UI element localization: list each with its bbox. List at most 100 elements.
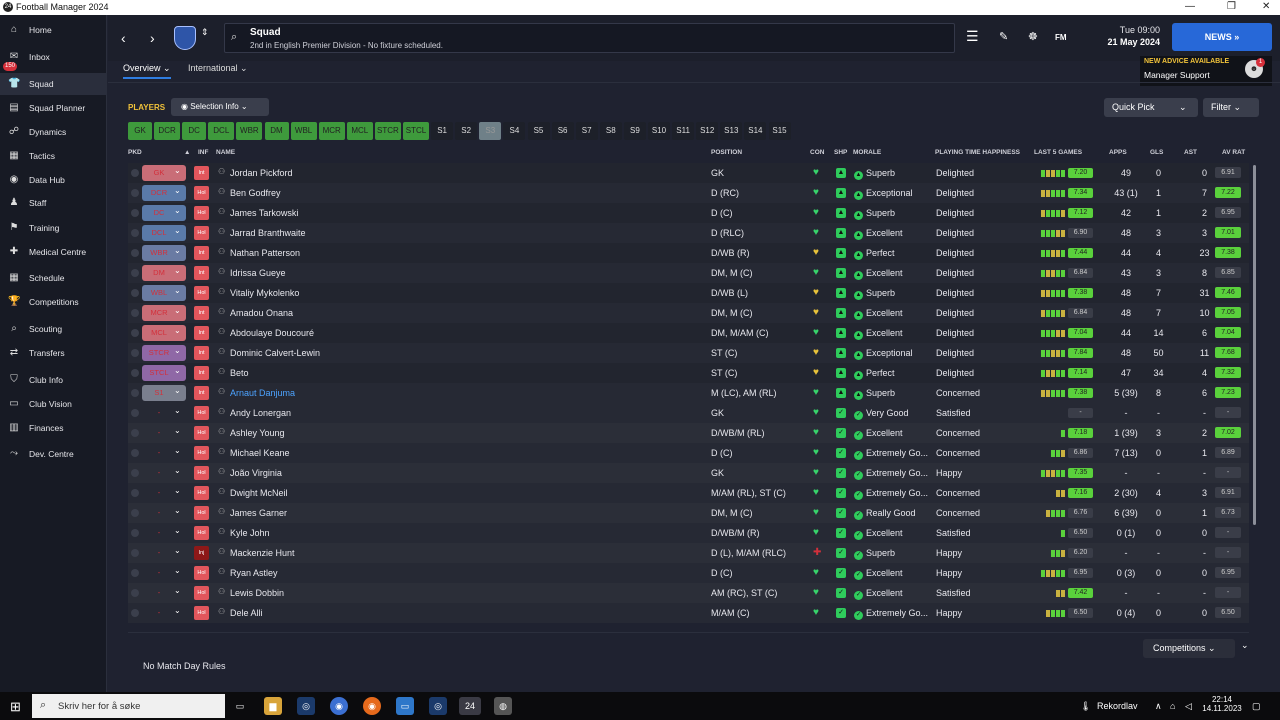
table-row[interactable]: - ⌄ Hol ⚇ Dwight McNeil M/AM (RL), ST (C) ♥ ✓ ✓ E… — [128, 483, 1249, 503]
player-name[interactable]: Ryan Astley — [230, 568, 278, 578]
table-row[interactable]: - ⌄ Hol ⚇ Andy Lonergan GK ♥ ✓ ✓ Very Good Satisfi… — [128, 403, 1249, 423]
pkd-radio[interactable] — [131, 269, 139, 277]
pkd-radio[interactable] — [131, 369, 139, 377]
chevron-down-icon[interactable]: ⌄ — [174, 586, 181, 595]
pkd-radio[interactable] — [131, 249, 139, 257]
chevron-down-icon[interactable]: ⌄ — [174, 266, 181, 275]
pkd-radio[interactable] — [131, 529, 139, 537]
firefox-icon[interactable]: ◉ — [363, 697, 381, 715]
col-shp[interactable]: SHP — [834, 149, 847, 156]
chevron-down-icon[interactable]: ⌄ — [174, 186, 181, 195]
app-icon[interactable]: ▭ — [396, 697, 414, 715]
pkd-radio[interactable] — [131, 429, 139, 437]
position-button-s14[interactable]: S14 — [744, 122, 767, 140]
chevron-down-icon[interactable]: ⌄ — [174, 466, 181, 475]
sidebar-item-squad-planner[interactable]: ▤ Squad Planner — [0, 97, 107, 119]
pkd-radio[interactable] — [131, 349, 139, 357]
chevron-down-icon[interactable]: ⌄ — [174, 406, 181, 415]
sidebar-item-club-vision[interactable]: ▭ Club Vision — [0, 393, 107, 415]
position-button-dm[interactable]: DM — [264, 122, 289, 140]
player-name[interactable]: João Virginia — [230, 468, 282, 478]
table-row[interactable]: DCR ⌄ Hol ⚇ Ben Godfrey D (RC) ♥ ▲ ▲ Exceptional D… — [128, 183, 1249, 203]
position-button-wbr[interactable]: WBR — [236, 122, 263, 140]
steam-icon[interactable]: ◎ — [429, 697, 447, 715]
position-button-s15[interactable]: S15 — [768, 122, 791, 140]
club-crest[interactable] — [174, 26, 196, 50]
quick-pick-button[interactable]: Quick Pick ⌄ — [1104, 98, 1198, 117]
col-apps[interactable]: APPS — [1109, 149, 1127, 156]
player-name[interactable]: Vitaliy Mykolenko — [230, 288, 299, 298]
player-name[interactable]: Ashley Young — [230, 428, 285, 438]
restore-button[interactable]: ❐ — [1227, 1, 1236, 12]
player-name[interactable]: Idrissa Gueye — [230, 268, 286, 278]
chrome-icon[interactable]: ◉ — [330, 697, 348, 715]
pkd-radio[interactable] — [131, 469, 139, 477]
table-row[interactable]: S1 ⌄ Int ⚇ Arnaut Danjuma M (LC), AM (RL) ♥ ▲ ▲ S… — [128, 383, 1249, 403]
football-manager-icon[interactable]: 24 — [459, 697, 481, 715]
pkd-radio[interactable] — [131, 169, 139, 177]
chevron-down-icon[interactable]: ⌄ — [174, 506, 181, 515]
table-row[interactable]: MCL ⌄ Int ⚇ Abdoulaye Doucouré DM, M/AM (C) ♥ ▲… — [128, 323, 1249, 343]
position-button-dc[interactable]: DC — [182, 122, 207, 140]
pkd-radio[interactable] — [131, 489, 139, 497]
table-row[interactable]: - ⌄ Hol ⚇ Lewis Dobbin AM (RC), ST (C) ♥ ✓ ✓ Exce… — [128, 583, 1249, 603]
player-name[interactable]: Jordan Pickford — [230, 168, 293, 178]
player-name[interactable]: Jarrad Branthwaite — [230, 228, 306, 238]
filter-button[interactable]: Filter ⌄ — [1203, 98, 1259, 117]
table-row[interactable]: WBR ⌄ Int ⚇ Nathan Patterson D/WB (R) ♥ ▲ ▲ Perfe… — [128, 243, 1249, 263]
position-button-s13[interactable]: S13 — [720, 122, 743, 140]
table-row[interactable]: STCL ⌄ Int ⚇ Beto ST (C) ♥ ▲ ▲ Perfect Delighted 7.… — [128, 363, 1249, 383]
position-button-s12[interactable]: S12 — [696, 122, 719, 140]
chevron-down-icon[interactable]: ⌄ — [174, 166, 181, 175]
notification-icon[interactable]: ▢ — [1252, 701, 1261, 712]
app-icon[interactable]: ◍ — [494, 697, 512, 715]
table-row[interactable]: - ⌄ Hol ⚇ Dele Alli M/AM (C) ♥ ✓ ✓ Extremely Go..… — [128, 603, 1249, 623]
chevron-down-icon[interactable]: ⌄ — [174, 286, 181, 295]
table-row[interactable]: STCR ⌄ Int ⚇ Dominic Calvert-Lewin ST (C) ♥ ▲ ▲ E… — [128, 343, 1249, 363]
table-row[interactable]: GK ⌄ Int ⚇ Jordan Pickford GK ♥ ▲ ▲ Superb Delight… — [128, 163, 1249, 183]
position-button-mcl[interactable]: MCL — [346, 122, 373, 140]
sidebar-item-tactics[interactable]: ▦ Tactics — [0, 145, 107, 167]
position-button-s9[interactable]: S9 — [623, 122, 646, 140]
player-name[interactable]: Beto — [230, 368, 249, 378]
tray-chevron-icon[interactable]: ∧ — [1155, 701, 1162, 712]
sidebar-item-home[interactable]: ⌂ Home — [0, 19, 107, 41]
network-icon[interactable]: ⌂ — [1170, 701, 1175, 711]
pkd-radio[interactable] — [131, 549, 139, 557]
steam-icon[interactable]: ◎ — [297, 697, 315, 715]
pkd-radio[interactable] — [131, 309, 139, 317]
selection-info-button[interactable]: ◉ Selection Info ⌄ — [171, 98, 269, 116]
pkd-radio[interactable] — [131, 569, 139, 577]
pkd-radio[interactable] — [131, 229, 139, 237]
sidebar-item-scouting[interactable]: ⌕ Scouting — [0, 318, 107, 340]
position-button-s6[interactable]: S6 — [551, 122, 574, 140]
pkd-radio[interactable] — [131, 509, 139, 517]
weather-text[interactable]: Rekordlav — [1097, 701, 1138, 711]
chevron-down-icon[interactable]: ⌄ — [174, 546, 181, 555]
sidebar-item-dynamics[interactable]: ☍ Dynamics — [0, 121, 107, 143]
chevron-down-icon[interactable]: ⌄ — [174, 526, 181, 535]
fm-button[interactable]: FM — [1055, 33, 1067, 42]
col-gls[interactable]: GLS — [1150, 149, 1163, 156]
sidebar-item-staff[interactable]: ♟ Staff — [0, 192, 107, 214]
table-row[interactable]: DC ⌄ Hol ⚇ James Tarkowski D (C) ♥ ▲ ▲ Superb Deli… — [128, 203, 1249, 223]
position-button-wbl[interactable]: WBL — [290, 122, 317, 140]
chevron-down-icon[interactable]: ⌄ — [174, 206, 181, 215]
player-name[interactable]: Michael Keane — [230, 448, 290, 458]
chevron-down-icon[interactable]: ⌄ — [174, 366, 181, 375]
player-name[interactable]: Andy Lonergan — [230, 408, 291, 418]
chevron-down-icon[interactable]: ⌄ — [174, 246, 181, 255]
col-name[interactable]: NAME — [216, 149, 235, 156]
table-scrollbar[interactable] — [1253, 165, 1256, 525]
chevron-down-icon[interactable]: ⌄ — [1179, 98, 1187, 117]
tab-overview[interactable]: Overview ⌄ — [123, 63, 171, 79]
player-name[interactable]: James Garner — [230, 508, 287, 518]
back-arrow-icon[interactable]: ‹ — [121, 30, 126, 46]
table-row[interactable]: - ⌄ Hol ⚇ Ryan Astley D (C) ♥ ✓ ✓ Excellent Happy 6… — [128, 563, 1249, 583]
position-button-mcr[interactable]: MCR — [318, 122, 345, 140]
player-name[interactable]: Arnaut Danjuma — [230, 388, 295, 398]
pkd-radio[interactable] — [131, 389, 139, 397]
col-morale[interactable]: MORALE — [853, 149, 881, 156]
player-name[interactable]: Mackenzie Hunt — [230, 548, 295, 558]
position-button-s4[interactable]: S4 — [503, 122, 526, 140]
